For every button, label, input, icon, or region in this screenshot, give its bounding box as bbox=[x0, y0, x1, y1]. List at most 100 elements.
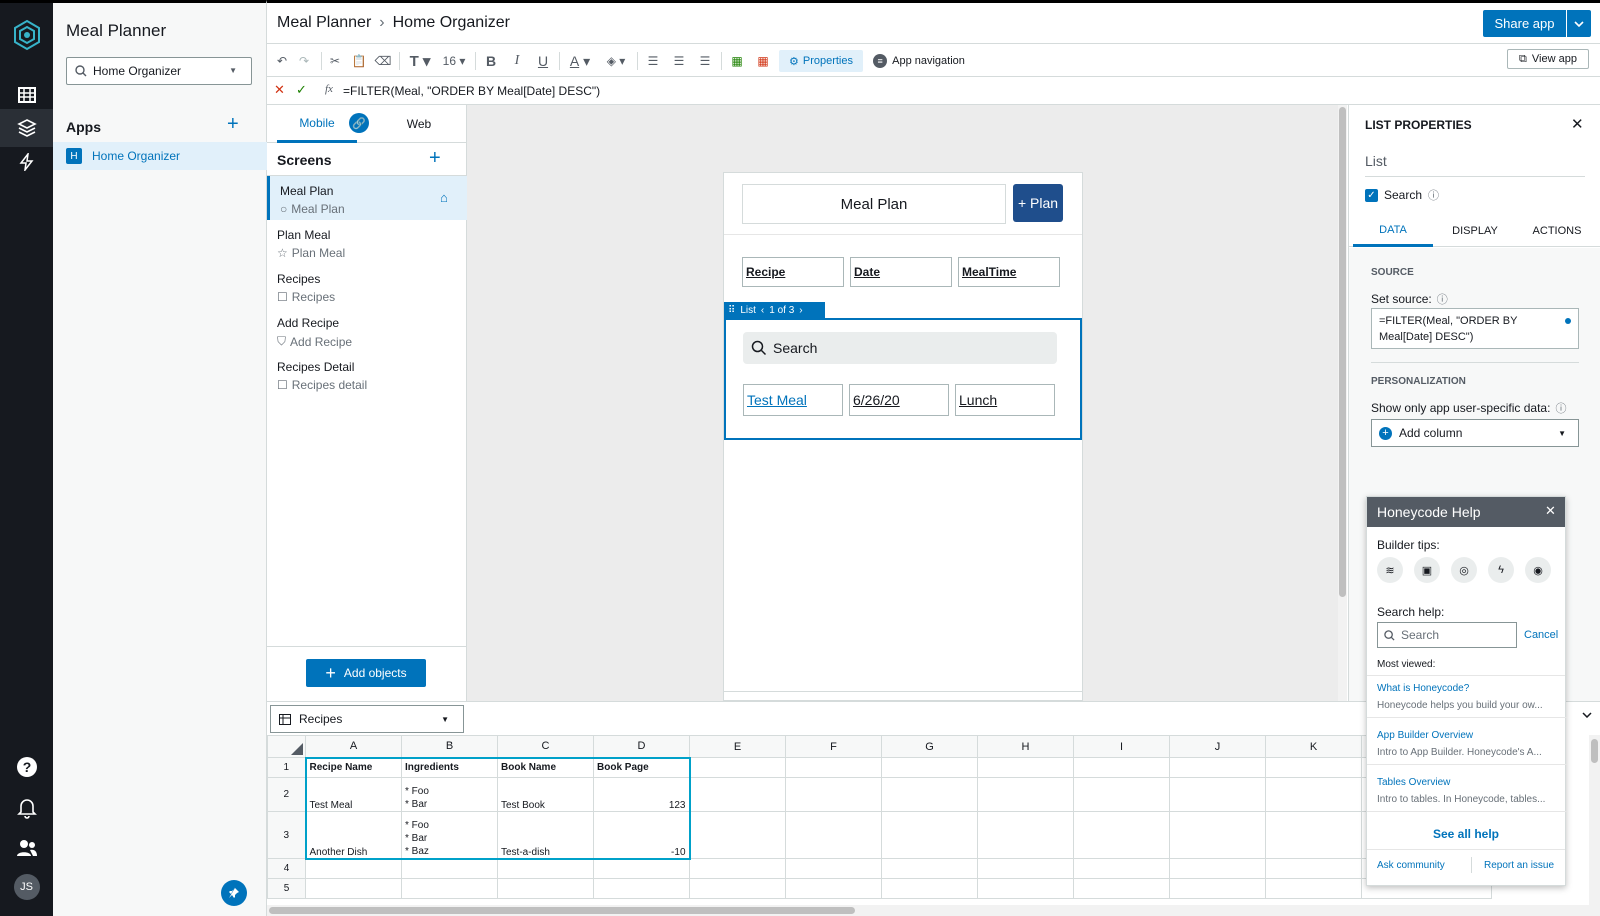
search-checkbox-row[interactable]: ✓ Search ⓘ bbox=[1365, 187, 1439, 203]
column-header[interactable]: C bbox=[497, 735, 594, 758]
screen-item-meal-plan[interactable]: Meal Plan ○ Meal Plan ⌂ bbox=[267, 176, 467, 220]
align-right-icon[interactable]: ☰ bbox=[695, 50, 715, 72]
row-header[interactable]: 2 bbox=[267, 777, 306, 812]
pin-icon[interactable] bbox=[221, 880, 247, 906]
fill-color-icon[interactable]: ◈ ▾ bbox=[601, 50, 631, 72]
help-link-app-builder[interactable]: App Builder Overview Intro to App Builder… bbox=[1367, 724, 1567, 765]
view-app-button[interactable]: ⧉ View app bbox=[1507, 49, 1589, 69]
clear-format-icon[interactable]: ⌫ bbox=[373, 50, 393, 72]
header-cell[interactable]: Ingredients bbox=[401, 756, 498, 778]
font-size-select[interactable]: 16 ▾ bbox=[439, 50, 469, 72]
screen-item-add-recipe[interactable]: Add Recipe ⛉ Add Recipe bbox=[267, 308, 467, 352]
see-all-help-link[interactable]: See all help bbox=[1367, 827, 1565, 841]
plan-button[interactable]: + Plan bbox=[1013, 184, 1063, 222]
text-color-icon[interactable]: A ▾ bbox=[565, 50, 595, 72]
undo-icon[interactable]: ↶ bbox=[271, 50, 293, 72]
header-cell[interactable]: Book Page bbox=[593, 756, 691, 778]
tip-image-icon[interactable]: ▣ bbox=[1414, 557, 1440, 583]
info-icon[interactable]: ⓘ bbox=[1555, 400, 1566, 416]
align-center-icon[interactable]: ☰ bbox=[669, 50, 689, 72]
object-name-input[interactable]: List bbox=[1365, 153, 1585, 177]
collapse-chevron-icon[interactable] bbox=[1582, 712, 1592, 718]
paste-icon[interactable]: 📋 bbox=[349, 50, 369, 72]
align-left-icon[interactable]: ☰ bbox=[643, 50, 663, 72]
list-search-input[interactable]: Search bbox=[743, 332, 1057, 364]
checkbox-checked-icon[interactable]: ✓ bbox=[1365, 188, 1378, 202]
tip-bolt-icon[interactable]: ϟ bbox=[1488, 557, 1514, 583]
header-recipe[interactable]: Recipe bbox=[742, 257, 844, 287]
screen-item-recipes[interactable]: Recipes ☐ Recipes bbox=[267, 264, 467, 308]
workspace-select[interactable]: Home Organizer ▼ bbox=[66, 57, 252, 85]
row-recipe[interactable]: Test Meal bbox=[743, 384, 843, 416]
builder-layers-icon[interactable] bbox=[0, 109, 53, 147]
honeycode-logo-icon[interactable] bbox=[0, 13, 53, 57]
column-header[interactable]: G bbox=[881, 735, 978, 758]
cell-book-page[interactable]: -10 bbox=[593, 811, 691, 860]
properties-button[interactable]: ⚙ Properties bbox=[779, 50, 863, 72]
breadcrumb-app[interactable]: Meal Planner bbox=[277, 14, 371, 32]
avatar[interactable]: JS bbox=[0, 868, 53, 906]
row-header[interactable]: 5 bbox=[267, 878, 306, 899]
close-icon[interactable]: ✕ bbox=[1571, 115, 1584, 133]
screen-title-box[interactable]: Meal Plan bbox=[742, 184, 1006, 224]
automations-bolt-icon[interactable] bbox=[0, 143, 53, 181]
list-object[interactable]: Search Test Meal 6/26/20 Lunch bbox=[724, 318, 1082, 440]
screen-item-recipes-detail[interactable]: Recipes Detail ☐ Recipes detail bbox=[267, 352, 467, 396]
tip-layers-icon[interactable]: ≋ bbox=[1377, 557, 1403, 583]
cancel-button[interactable]: Cancel bbox=[1524, 629, 1558, 641]
row-date[interactable]: 6/26/20 bbox=[849, 384, 949, 416]
help-search-input[interactable]: Search bbox=[1377, 622, 1517, 648]
cell-ingredients[interactable]: * Foo * Bar bbox=[401, 777, 498, 812]
report-issue-link[interactable]: Report an issue bbox=[1484, 860, 1554, 871]
delete-row-icon[interactable]: ▦ bbox=[753, 50, 773, 72]
header-cell[interactable]: Book Name bbox=[497, 756, 594, 778]
share-app-button[interactable]: Share app bbox=[1483, 10, 1566, 37]
tab-actions[interactable]: ACTIONS bbox=[1517, 215, 1597, 247]
row-header[interactable]: 3 bbox=[267, 811, 306, 859]
column-header[interactable]: K bbox=[1265, 735, 1362, 758]
tab-display[interactable]: DISPLAY bbox=[1435, 215, 1515, 247]
tab-mobile[interactable]: Mobile bbox=[277, 105, 357, 143]
cell-book-name[interactable]: Test Book bbox=[497, 777, 594, 812]
next-page-icon[interactable]: › bbox=[799, 305, 802, 316]
column-header[interactable]: I bbox=[1073, 735, 1170, 758]
tip-fingerprint-icon[interactable]: ◉ bbox=[1525, 557, 1551, 583]
canvas-scrollbar[interactable] bbox=[1338, 105, 1347, 701]
help-link-what-is[interactable]: What is Honeycode? Honeycode helps you bu… bbox=[1367, 677, 1567, 718]
redo-icon[interactable]: ↷ bbox=[293, 50, 315, 72]
column-header[interactable]: J bbox=[1169, 735, 1266, 758]
tip-settings-icon[interactable]: ◎ bbox=[1451, 557, 1477, 583]
formula-input[interactable]: =FILTER(Meal, "ORDER BY Meal[Date] DESC"… bbox=[343, 84, 600, 98]
column-header[interactable]: E bbox=[689, 735, 786, 758]
row-header[interactable]: 1 bbox=[267, 757, 306, 778]
add-objects-button[interactable]: + Add objects bbox=[306, 659, 426, 687]
info-icon[interactable]: ⓘ bbox=[1437, 291, 1448, 307]
column-header[interactable]: A bbox=[305, 735, 402, 758]
column-header[interactable]: H bbox=[977, 735, 1074, 758]
info-icon[interactable]: ⓘ bbox=[1428, 187, 1439, 203]
link-toggle-icon[interactable]: 🔗 bbox=[349, 113, 369, 133]
add-screen-plus-icon[interactable]: + bbox=[429, 147, 441, 170]
underline-icon[interactable]: U bbox=[533, 50, 553, 72]
screen-item-plan-meal[interactable]: Plan Meal ☆ Plan Meal bbox=[267, 220, 467, 264]
help-link-tables[interactable]: Tables Overview Intro to tables. In Honey… bbox=[1367, 771, 1567, 812]
list-label-tag[interactable]: ⠿ List ‹ 1 of 3 › bbox=[724, 302, 825, 318]
header-mealtime[interactable]: MealTime bbox=[958, 257, 1060, 287]
cell-book-page[interactable]: 123 bbox=[593, 777, 691, 812]
italic-icon[interactable]: I bbox=[507, 50, 527, 72]
bold-icon[interactable]: B bbox=[481, 50, 501, 72]
header-cell[interactable]: Recipe Name bbox=[304, 756, 402, 778]
add-row-icon[interactable]: ▦ bbox=[727, 50, 747, 72]
row-header[interactable]: 4 bbox=[267, 858, 306, 879]
cut-icon[interactable]: ✂ bbox=[325, 50, 345, 72]
cancel-x-icon[interactable]: ✕ bbox=[274, 82, 285, 98]
text-style-icon[interactable]: T ▾ bbox=[405, 50, 435, 72]
horizontal-scrollbar[interactable] bbox=[267, 905, 1600, 916]
help-question-icon[interactable]: ? bbox=[0, 748, 53, 786]
header-date[interactable]: Date bbox=[850, 257, 952, 287]
table-select[interactable]: Recipes ▼ bbox=[270, 705, 464, 733]
row-mealtime[interactable]: Lunch bbox=[955, 384, 1055, 416]
team-users-icon[interactable] bbox=[0, 829, 53, 867]
cell-book-name[interactable]: Test-a-dish bbox=[497, 811, 594, 860]
share-menu-chevron-icon[interactable] bbox=[1567, 10, 1591, 37]
